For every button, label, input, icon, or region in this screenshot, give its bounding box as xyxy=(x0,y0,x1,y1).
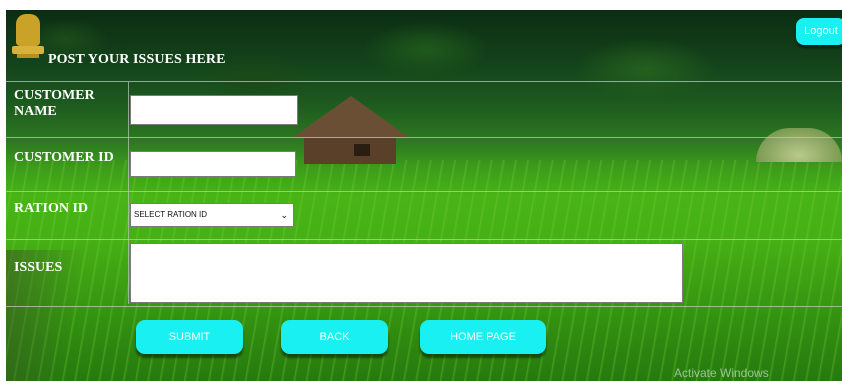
customer-id-label: CUSTOMER ID xyxy=(14,150,114,165)
row-divider xyxy=(6,81,842,82)
submit-button[interactable]: SUBMIT xyxy=(136,320,243,354)
customer-name-label-line2: NAME xyxy=(14,104,57,119)
issues-label: ISSUES xyxy=(14,260,63,275)
column-divider xyxy=(128,82,129,304)
issues-textarea[interactable] xyxy=(130,243,683,303)
row-divider xyxy=(6,239,842,240)
chevron-down-icon: ⌄ xyxy=(280,210,288,220)
row-divider xyxy=(6,306,842,307)
back-button[interactable]: BACK xyxy=(281,320,388,354)
home-page-button[interactable]: HOME PAGE xyxy=(420,320,546,354)
ration-id-select[interactable]: SELECT RATION ID ⌄ xyxy=(130,203,294,227)
hut-image xyxy=(292,96,410,166)
ration-id-label: RATION ID xyxy=(14,201,89,216)
row-divider xyxy=(6,191,842,192)
ration-id-selected-value: SELECT RATION ID xyxy=(134,210,208,219)
customer-id-input[interactable] xyxy=(130,151,296,177)
page-title: POST YOUR ISSUES HERE xyxy=(48,52,226,67)
customer-name-input[interactable] xyxy=(130,95,298,125)
customer-name-label: CUSTOMER NAME xyxy=(14,88,95,120)
national-emblem-icon xyxy=(12,14,44,58)
activate-windows-watermark: Activate Windows xyxy=(674,366,769,380)
logout-button[interactable]: Logout xyxy=(796,18,842,45)
row-divider xyxy=(6,137,842,138)
customer-name-label-line1: CUSTOMER xyxy=(14,88,95,103)
